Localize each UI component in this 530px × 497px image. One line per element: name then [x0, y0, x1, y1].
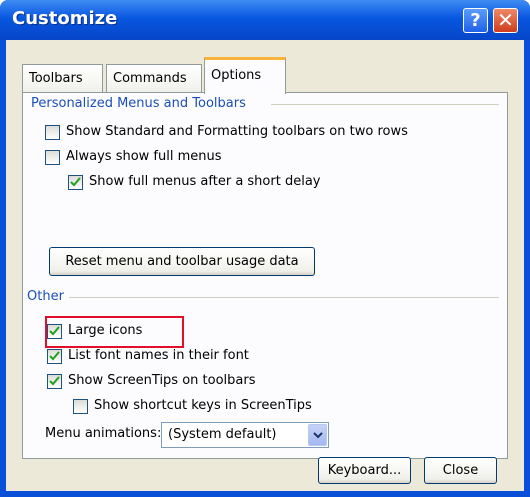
- checkbox-two-rows[interactable]: [45, 125, 60, 140]
- tab-commands[interactable]: Commands: [106, 64, 202, 93]
- tab-toolbars[interactable]: Toolbars: [22, 64, 103, 93]
- options-panel: Personalized Menus and Toolbars Show Sta…: [22, 92, 508, 459]
- section-divider: [271, 104, 499, 105]
- checkbox-short-delay[interactable]: [68, 175, 83, 190]
- section-divider: [69, 297, 499, 298]
- checkmark-icon: [49, 326, 60, 336]
- label-short-delay: Show full menus after a short delay: [89, 174, 321, 189]
- menu-animations-select[interactable]: (System default): [161, 422, 329, 448]
- tab-toolbars-label: Toolbars: [29, 71, 83, 86]
- checkmark-icon: [70, 177, 81, 187]
- other-heading: Other: [27, 289, 64, 304]
- checkbox-screentips[interactable]: [47, 374, 62, 389]
- tab-options-label: Options: [211, 68, 262, 83]
- label-font-names: List font names in their font: [68, 348, 249, 363]
- checkmark-icon: [49, 376, 60, 386]
- label-full-menus: Always show full menus: [66, 149, 222, 164]
- label-large-icons: Large icons: [68, 323, 143, 338]
- personalized-heading: Personalized Menus and Toolbars: [31, 96, 246, 111]
- title-bar[interactable]: Customize ? ✕: [0, 0, 530, 40]
- dropdown-button[interactable]: [308, 424, 327, 446]
- chevron-down-icon: [313, 432, 323, 439]
- checkbox-shortcut-keys[interactable]: [73, 399, 88, 414]
- dialog-title: Customize: [12, 8, 118, 29]
- checkbox-full-menus[interactable]: [45, 150, 60, 165]
- checkbox-font-names[interactable]: [47, 349, 62, 364]
- help-button[interactable]: ?: [463, 8, 488, 33]
- tab-options[interactable]: Options: [204, 57, 286, 94]
- label-screentips: Show ScreenTips on toolbars: [68, 373, 256, 388]
- help-icon: ?: [470, 10, 481, 31]
- close-button[interactable]: Close: [424, 457, 497, 484]
- keyboard-button[interactable]: Keyboard...: [318, 457, 411, 484]
- dialog-body: Toolbars Commands Options Personalized M…: [6, 40, 524, 491]
- menu-animations-value: (System default): [168, 427, 277, 442]
- customize-dialog: Customize ? ✕ Toolbars Commands Options …: [0, 0, 530, 497]
- label-shortcut-keys: Show shortcut keys in ScreenTips: [94, 398, 312, 413]
- menu-animations-label: Menu animations:: [45, 426, 162, 441]
- close-window-button[interactable]: ✕: [493, 8, 518, 33]
- close-icon: ✕: [497, 8, 514, 32]
- label-two-rows: Show Standard and Formatting toolbars on…: [66, 124, 408, 139]
- reset-usage-button[interactable]: Reset menu and toolbar usage data: [49, 247, 315, 276]
- tab-commands-label: Commands: [113, 71, 187, 86]
- checkbox-large-icons[interactable]: [47, 324, 62, 339]
- checkmark-icon: [49, 351, 60, 361]
